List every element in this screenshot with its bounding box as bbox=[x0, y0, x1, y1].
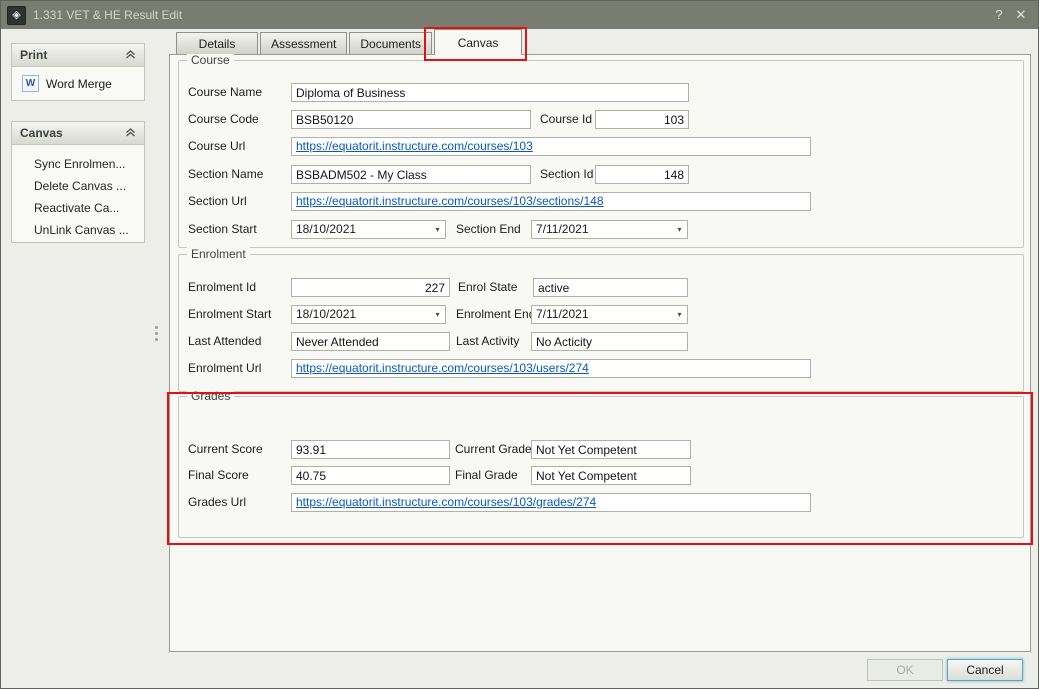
enrolment-start-label: Enrolment Start bbox=[188, 305, 271, 324]
sidebar-item-unlink-canvas[interactable]: UnLink Canvas ... bbox=[12, 219, 144, 241]
section-start-dropdown[interactable]: 18/10/2021 ▾ bbox=[291, 220, 446, 239]
canvas-panel-title: Canvas bbox=[20, 126, 63, 140]
current-grade-input[interactable] bbox=[531, 440, 691, 459]
canvas-panel: Canvas Sync Enrolmen... Delete Canvas ..… bbox=[11, 121, 145, 243]
current-score-label: Current Score bbox=[188, 440, 263, 459]
last-activity-input[interactable] bbox=[531, 332, 688, 351]
tab-strip: Details Assessment Documents Canvas bbox=[176, 32, 522, 55]
course-group-title: Course bbox=[187, 53, 234, 67]
sidebar-item-delete-canvas[interactable]: Delete Canvas ... bbox=[12, 175, 144, 197]
current-grade-label: Current Grade bbox=[455, 440, 532, 459]
section-name-label: Section Name bbox=[188, 165, 263, 184]
splitter[interactable] bbox=[152, 43, 161, 643]
enrolment-group-title: Enrolment bbox=[187, 247, 250, 261]
window-title: 1.331 VET & HE Result Edit bbox=[33, 8, 988, 22]
sidebar-item-reactivate-canvas[interactable]: Reactivate Ca... bbox=[12, 197, 144, 219]
section-start-label: Section Start bbox=[188, 220, 257, 239]
course-code-input[interactable] bbox=[291, 110, 531, 129]
canvas-panel-items: Sync Enrolmen... Delete Canvas ... React… bbox=[12, 145, 144, 247]
dropdown-arrow-icon[interactable]: ▾ bbox=[672, 221, 687, 238]
enrolment-url-label: Enrolment Url bbox=[188, 359, 261, 378]
tab-canvas[interactable]: Canvas bbox=[434, 29, 522, 55]
enrol-state-label: Enrol State bbox=[458, 278, 517, 297]
section-end-label: Section End bbox=[456, 220, 521, 239]
section-url-label: Section Url bbox=[188, 192, 247, 211]
course-group: Course Course Name Course Code Course Id… bbox=[178, 60, 1024, 248]
enrolment-end-label: Enrolment End bbox=[456, 305, 535, 324]
close-button[interactable]: ✕ bbox=[1010, 5, 1032, 25]
enrolment-end-dropdown[interactable]: 7/11/2021 ▾ bbox=[531, 305, 688, 324]
section-start-value: 18/10/2021 bbox=[292, 221, 430, 238]
print-panel-header[interactable]: Print bbox=[12, 44, 144, 67]
grades-url-link[interactable]: https://equatorit.instructure.com/course… bbox=[296, 495, 596, 509]
sidebar-item-sync-enrolments[interactable]: Sync Enrolmen... bbox=[12, 153, 144, 175]
section-id-label: Section Id bbox=[540, 165, 593, 184]
word-merge-label: Word Merge bbox=[46, 77, 112, 91]
course-name-input[interactable] bbox=[291, 83, 689, 102]
print-panel-title: Print bbox=[20, 48, 47, 62]
tab-assessment[interactable]: Assessment bbox=[260, 32, 347, 54]
title-bar: ◈ 1.331 VET & HE Result Edit ? ✕ bbox=[1, 1, 1038, 29]
enrolment-id-label: Enrolment Id bbox=[188, 278, 256, 297]
section-end-dropdown[interactable]: 7/11/2021 ▾ bbox=[531, 220, 688, 239]
collapse-chevron-icon bbox=[125, 48, 136, 62]
enrolment-url-box: https://equatorit.instructure.com/course… bbox=[291, 359, 811, 378]
collapse-chevron-icon bbox=[125, 126, 136, 140]
word-icon: W bbox=[22, 75, 39, 92]
course-url-box: https://equatorit.instructure.com/course… bbox=[291, 137, 811, 156]
canvas-panel-header[interactable]: Canvas bbox=[12, 122, 144, 145]
dropdown-arrow-icon[interactable]: ▾ bbox=[672, 306, 687, 323]
section-name-input[interactable] bbox=[291, 165, 531, 184]
enrolment-end-value: 7/11/2021 bbox=[532, 306, 672, 323]
section-end-value: 7/11/2021 bbox=[532, 221, 672, 238]
current-score-input[interactable] bbox=[291, 440, 450, 459]
course-id-input[interactable] bbox=[595, 110, 689, 129]
course-code-label: Course Code bbox=[188, 110, 259, 129]
final-score-label: Final Score bbox=[188, 466, 249, 485]
course-url-link[interactable]: https://equatorit.instructure.com/course… bbox=[296, 139, 533, 153]
tab-page-canvas: Course Course Name Course Code Course Id… bbox=[169, 54, 1031, 652]
enrolment-url-link[interactable]: https://equatorit.instructure.com/course… bbox=[296, 361, 589, 375]
tab-documents[interactable]: Documents bbox=[349, 32, 432, 54]
course-name-label: Course Name bbox=[188, 83, 262, 102]
final-score-input[interactable] bbox=[291, 466, 450, 485]
dropdown-arrow-icon[interactable]: ▾ bbox=[430, 221, 445, 238]
final-grade-input[interactable] bbox=[531, 466, 691, 485]
enrolment-group: Enrolment Enrolment Id Enrol State Enrol… bbox=[178, 254, 1024, 392]
last-attended-input[interactable] bbox=[291, 332, 450, 351]
final-grade-label: Final Grade bbox=[455, 466, 518, 485]
section-url-link[interactable]: https://equatorit.instructure.com/course… bbox=[296, 194, 604, 208]
word-merge-button[interactable]: W Word Merge bbox=[12, 67, 144, 100]
grades-group-title: Grades bbox=[187, 389, 234, 403]
grades-url-label: Grades Url bbox=[188, 493, 246, 512]
window: ◈ 1.331 VET & HE Result Edit ? ✕ Print W… bbox=[0, 0, 1039, 689]
section-url-box: https://equatorit.instructure.com/course… bbox=[291, 192, 811, 211]
grades-url-box: https://equatorit.instructure.com/course… bbox=[291, 493, 811, 512]
enrol-state-input[interactable] bbox=[533, 278, 688, 297]
splitter-grip-icon bbox=[155, 326, 158, 341]
app-icon: ◈ bbox=[7, 6, 26, 25]
cancel-button[interactable]: Cancel bbox=[947, 659, 1023, 681]
enrolment-id-input[interactable] bbox=[291, 278, 450, 297]
section-id-input[interactable] bbox=[595, 165, 689, 184]
enrolment-start-value: 18/10/2021 bbox=[292, 306, 430, 323]
grades-group: Grades Current Score Current Grade Final… bbox=[178, 396, 1024, 538]
last-activity-label: Last Activity bbox=[456, 332, 519, 351]
help-button[interactable]: ? bbox=[988, 5, 1010, 25]
dropdown-arrow-icon[interactable]: ▾ bbox=[430, 306, 445, 323]
enrolment-start-dropdown[interactable]: 18/10/2021 ▾ bbox=[291, 305, 446, 324]
last-attended-label: Last Attended bbox=[188, 332, 261, 351]
course-url-label: Course Url bbox=[188, 137, 245, 156]
print-panel: Print W Word Merge bbox=[11, 43, 145, 101]
tab-details[interactable]: Details bbox=[176, 32, 258, 54]
ok-button[interactable]: OK bbox=[867, 659, 943, 681]
course-id-label: Course Id bbox=[540, 110, 592, 129]
